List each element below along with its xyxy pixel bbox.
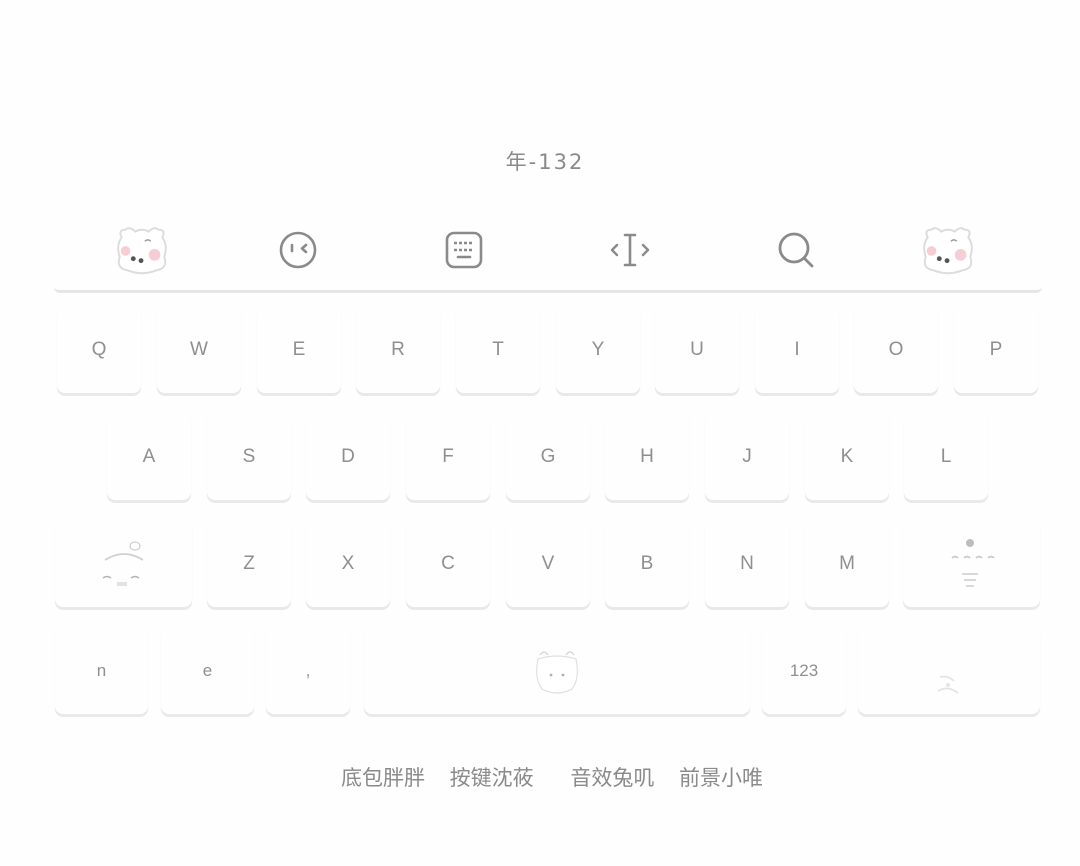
key-label: B [640,553,654,574]
key-label: O [888,339,904,360]
skin-credits: 底包胖胖 按键沈莜 音效兔叽 前景小唯 [0,762,1080,792]
key-label: K [840,446,854,467]
key-label: C [441,553,455,574]
backspace-key[interactable] [903,521,1040,607]
key-e-lowercase[interactable]: e [161,628,254,714]
key-label: E [292,339,306,360]
keyboard-skin-preview: 年-132 Q W E R T Y U I O P A S D F G H J … [0,0,1080,866]
key-j[interactable]: J [705,414,789,500]
key-w[interactable]: W [157,307,241,393]
key-label: P [989,339,1003,360]
key-label: U [690,339,704,360]
key-f[interactable]: F [406,414,490,500]
key-label: G [540,446,556,467]
bear-logo-left-icon[interactable] [112,220,172,280]
key-label: F [442,446,454,467]
key-label: W [190,339,208,360]
key-c[interactable]: C [406,521,490,607]
key-label: L [940,446,952,467]
key-label: 123 [789,661,819,680]
key-label: A [142,446,156,467]
key-n-lowercase[interactable]: n [55,628,148,714]
key-label: X [341,553,355,574]
bunny-space-icon [536,651,578,694]
search-icon[interactable] [766,220,826,280]
cursor-move-icon[interactable] [600,220,660,280]
key-k[interactable]: K [805,414,889,500]
bunny-shift-icon [102,541,143,586]
key-i[interactable]: I [755,307,839,393]
credit-keys: 按键沈莜 [449,766,534,790]
keyboard-toolbar [54,210,1042,293]
key-o[interactable]: O [854,307,938,393]
key-label: S [242,446,256,467]
key-label: , [305,661,311,680]
key-label: H [640,446,654,467]
key-s[interactable]: S [207,414,291,500]
skin-title: 年-132 [505,150,585,174]
key-label: e [202,661,213,680]
key-h[interactable]: H [605,414,689,500]
bunny-backspace-icon [950,539,995,587]
enter-key[interactable] [858,628,1040,714]
key-label: I [794,339,800,360]
key-label: M [839,553,855,574]
credit-foreground: 前景小唯 [679,766,764,790]
key-n[interactable]: N [705,521,789,607]
key-z[interactable]: Z [207,521,291,607]
key-label: T [492,339,504,360]
key-y[interactable]: Y [556,307,640,393]
key-d[interactable]: D [306,414,390,500]
key-label: V [541,553,555,574]
key-b[interactable]: B [605,521,689,607]
key-label: J [742,446,752,467]
key-u[interactable]: U [655,307,739,393]
key-m[interactable]: M [805,521,889,607]
shift-key[interactable] [55,521,192,607]
emoji-wink-icon[interactable] [268,220,328,280]
key-t[interactable]: T [456,307,540,393]
keyboard-icon[interactable] [434,220,494,280]
comma-key[interactable]: , [266,628,350,714]
credit-base: 底包胖胖 [340,766,425,790]
key-label: Q [91,339,107,360]
key-v[interactable]: V [506,521,590,607]
key-label: R [391,339,405,360]
credit-sound: 音效兔叽 [570,766,655,790]
space-key[interactable] [364,628,750,714]
key-e[interactable]: E [257,307,341,393]
key-label: D [341,446,355,467]
key-label: N [740,553,754,574]
key-l[interactable]: L [904,414,988,500]
key-x[interactable]: X [306,521,390,607]
key-label: Y [591,339,605,360]
key-r[interactable]: R [356,307,440,393]
bunny-enter-icon [937,675,959,694]
key-label: Z [243,553,255,574]
bear-logo-right-icon[interactable] [918,220,978,280]
numbers-key[interactable]: 123 [762,628,846,714]
key-a[interactable]: A [107,414,191,500]
key-q[interactable]: Q [57,307,141,393]
key-label: n [96,661,107,680]
key-g[interactable]: G [506,414,590,500]
key-p[interactable]: P [954,307,1038,393]
